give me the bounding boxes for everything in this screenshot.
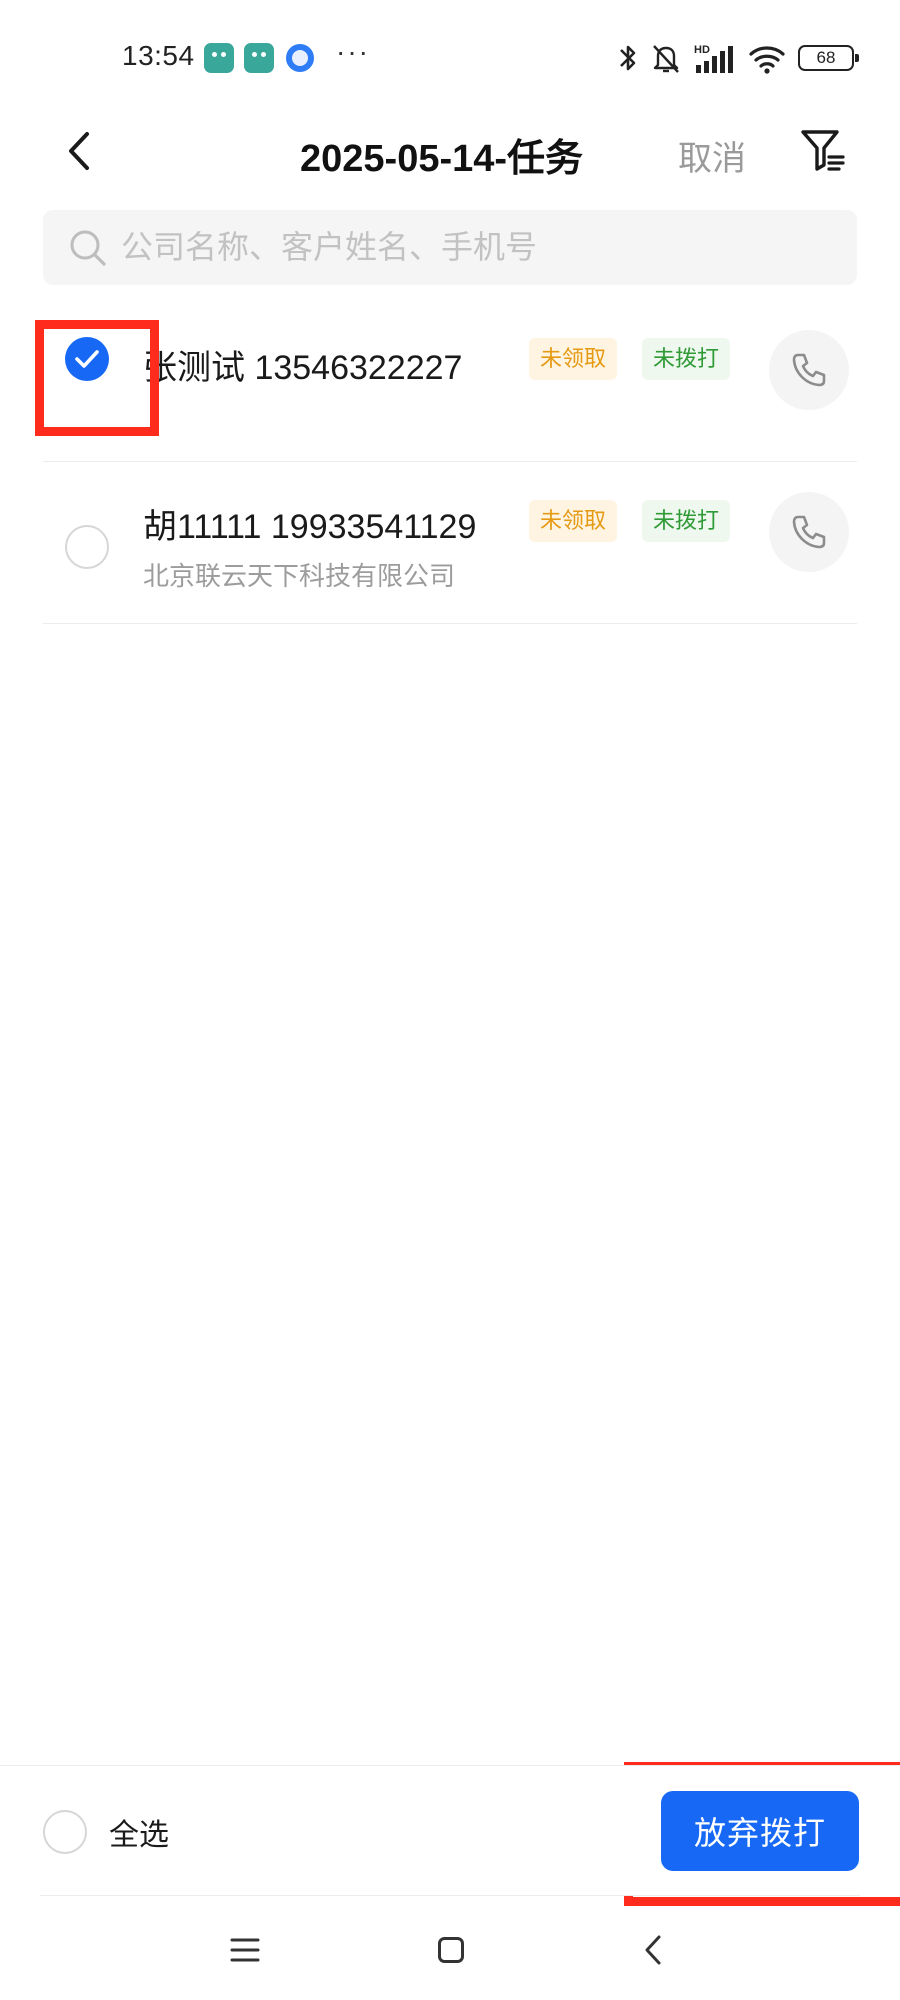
browser-app-icon (286, 44, 314, 72)
item-checkbox-checked[interactable] (65, 337, 109, 381)
status-badge: 未领取 (529, 338, 618, 380)
back-nav-button[interactable] (631, 1928, 675, 1972)
bottom-action-bar: 全选 放弃拨打 (0, 1765, 900, 1895)
bluetooth-icon (620, 45, 636, 71)
list-item-title: 张测试 13546322227 (143, 349, 463, 387)
abandon-call-button[interactable]: 放弃拨打 (661, 1791, 859, 1871)
chevron-left-icon (69, 132, 89, 170)
bell-muted-icon (653, 45, 679, 73)
search-input[interactable] (121, 229, 857, 266)
checkmark-icon (75, 350, 99, 368)
item-checkbox[interactable] (65, 525, 109, 569)
menu-nav-button[interactable] (223, 1928, 267, 1972)
system-nav-bar (40, 1895, 860, 2000)
list-item-title: 胡11111 19933541129 (143, 508, 477, 546)
signal-hd-icon: HD (694, 44, 733, 73)
list-item[interactable]: 胡11111 19933541129 北京联云天下科技有限公司 未领取 未拨打 (43, 462, 857, 624)
status-bar: 13:54 ··· HD 68 (0, 0, 900, 115)
cancel-button[interactable]: 取消 (678, 131, 746, 180)
status-badge: 未领取 (529, 500, 618, 542)
android-app-icon (244, 43, 274, 73)
select-all-toggle[interactable]: 全选 (43, 1810, 169, 1854)
call-button[interactable] (769, 330, 849, 410)
select-all-label: 全选 (109, 1819, 169, 1852)
home-nav-button[interactable] (429, 1928, 473, 1972)
search-icon (70, 230, 106, 266)
select-all-checkbox[interactable] (43, 1810, 87, 1854)
battery-icon: 68 (798, 45, 859, 71)
back-nav-icon (645, 1935, 661, 1965)
page-title: 2025-05-14-任务 (300, 138, 584, 180)
android-app-icon (204, 43, 234, 73)
status-icons: HD 68 (618, 38, 859, 78)
phone-icon (792, 515, 826, 549)
task-list: 张测试 13546322227 未领取 未拨打 胡11111 199335411… (43, 300, 857, 624)
status-badge: 未拨打 (642, 500, 731, 542)
filter-icon (801, 130, 845, 171)
screen: 13:54 ··· HD 68 2025-05-14-任务 取消 公司名称、客户… (0, 0, 900, 2000)
list-item-company: 北京联云天下科技有限公司 (143, 561, 456, 591)
list-item[interactable]: 张测试 13546322227 未领取 未拨打 (43, 300, 857, 462)
filter-button[interactable] (798, 125, 850, 177)
back-button[interactable] (56, 127, 104, 175)
wifi-icon (749, 46, 785, 74)
svg-text:HD: HD (694, 44, 710, 56)
more-dots-icon: ··· (336, 36, 370, 67)
status-time: 13:54 (122, 40, 195, 71)
menu-icon (230, 1938, 260, 1962)
status-badge: 未拨打 (642, 338, 731, 380)
phone-icon (792, 353, 826, 387)
search-bar (43, 210, 857, 285)
home-square-icon (438, 1937, 464, 1963)
header: 2025-05-14-任务 取消 (0, 115, 900, 215)
call-button[interactable] (769, 492, 849, 572)
